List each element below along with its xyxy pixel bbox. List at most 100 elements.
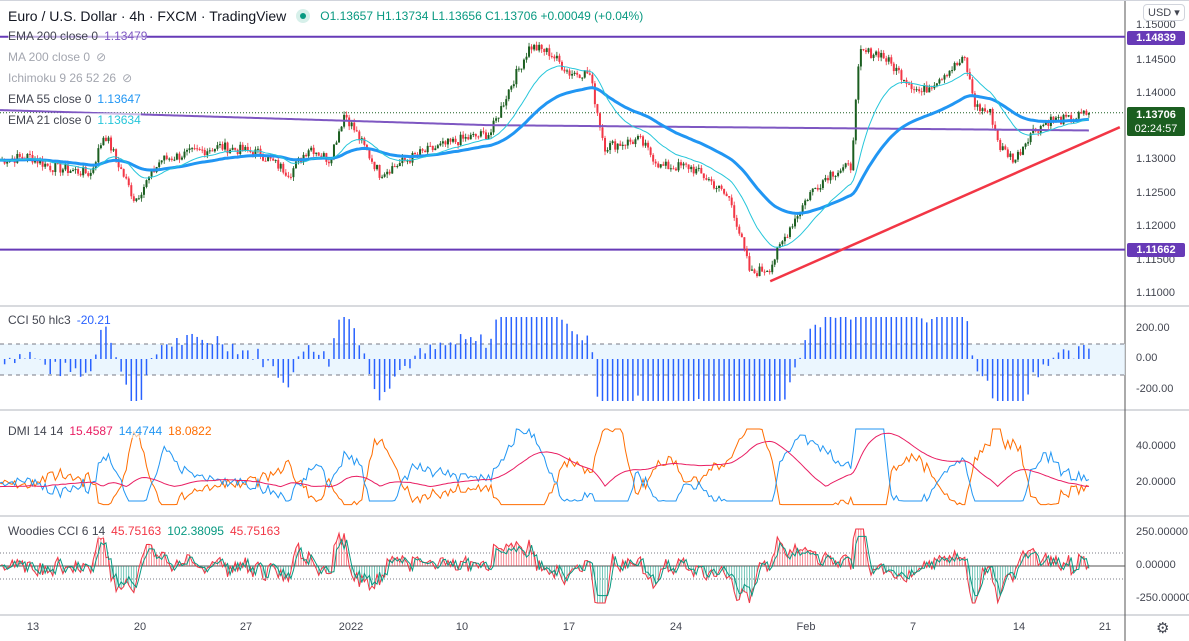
candle-body [1014,159,1017,163]
candle-body [677,162,680,171]
candle-body [672,168,675,170]
candle-body [459,134,462,146]
candle-body [441,141,444,144]
candle-body [484,132,487,140]
candle-body [383,174,386,177]
candle-body [421,149,424,151]
candle-body [626,139,629,146]
legend-ma200[interactable]: MA 200 close 0 ⊘ [8,50,107,64]
candle-body [142,186,145,195]
legend-value: 1.13634 [97,113,141,127]
symbol-title[interactable]: Euro / U.S. Dollar · 4h · FXCM · Trading… [8,8,286,24]
legend-ema55[interactable]: EMA 55 close 0 1.13647 [8,92,141,106]
currency-selector[interactable]: USD ▾ [1143,4,1185,21]
candle-body [930,87,933,89]
chart-canvas[interactable] [0,0,1189,641]
candle-body [935,83,938,86]
time-tick-label: 2022 [338,621,364,633]
candle-body [956,62,959,66]
candle-body [857,66,860,100]
candle-body [97,148,100,163]
candle-body [1004,146,1007,150]
candle-body [710,179,713,182]
candle-body [178,153,181,160]
woodies-tick-label: -250.00000 [1136,592,1189,604]
candle-body [1019,151,1022,155]
candle-body [122,168,125,177]
candle-body [492,120,495,133]
legend-ema21[interactable]: EMA 21 close 0 1.13634 [8,113,141,127]
candle-body [657,163,660,168]
candle-body [563,69,566,72]
candle-body [1065,114,1068,117]
legend-ema200[interactable]: EMA 200 close 0 1.13479 [8,29,148,43]
candle-body [1067,115,1070,117]
candle-body [872,54,875,58]
candle-body [505,99,508,106]
dmi-line-0 [0,428,1090,506]
candle-body [533,44,536,50]
candle-body [292,168,295,178]
candle-body [507,89,510,100]
candle-body [267,156,270,162]
candle-body [530,46,533,50]
legend-cci[interactable]: CCI 50 hlc3 -20.21 [8,313,111,327]
eye-off-icon[interactable]: ⊘ [122,71,132,85]
candle-body [163,155,166,161]
candle-body [923,85,926,92]
candle-body [832,171,835,177]
candle-body [796,216,799,219]
candle-body [913,89,916,91]
candle-body [644,142,647,146]
candle-body [682,163,685,166]
candle-body [64,164,67,170]
candle-body [915,89,918,91]
candle-body [875,51,878,55]
candle-body [705,178,708,180]
candle-body [761,266,764,272]
candle-body [104,137,107,142]
candle-body [642,136,645,146]
candle-body [388,171,391,174]
eye-off-icon[interactable]: ⊘ [96,50,106,64]
time-tick-label: 24 [669,621,683,633]
candle-body [246,146,249,151]
candle-body [327,161,330,164]
candle-body [449,138,452,142]
candle-body [811,188,814,193]
candle-body [51,170,54,173]
candle-body [213,148,216,152]
candle-body [434,148,437,151]
candle-body [338,131,341,143]
cci-tick-label: 0.00 [1136,352,1158,364]
candle-body [892,63,895,72]
candle-body [72,169,75,171]
candle-body [431,145,434,151]
time-tick-label: 13 [26,621,40,633]
candle-body [137,198,140,200]
candle-body [183,151,186,158]
candle-body [165,155,168,160]
bar-countdown: 02:24:57 [1134,123,1178,135]
candle-body [462,134,465,139]
settings-gear-icon[interactable]: ⚙ [1156,619,1169,637]
candle-body [381,176,384,178]
legend-value: 1.13647 [97,92,141,106]
candle-body [669,168,672,170]
candle-body [700,167,703,174]
candle-body [695,168,698,174]
candle-body [715,187,718,189]
candle-body [989,108,992,113]
candle-body [961,57,964,63]
candle-body [89,172,92,176]
price-tick-label: 1.11000 [1136,287,1175,299]
candle-body [999,140,1002,150]
legend-dmi[interactable]: DMI 14 14 15.4587 14.4744 18.0822 [8,424,212,438]
legend-ichimoku[interactable]: Ichimoku 9 26 52 26 ⊘ [8,71,133,85]
candle-body [191,148,194,150]
legend-woodies[interactable]: Woodies CCI 6 14 45.75163 102.38095 45.7516… [8,524,281,538]
candle-body [639,136,642,138]
candle-body [870,48,873,58]
candle-body [426,145,429,153]
candle-body [224,142,227,150]
